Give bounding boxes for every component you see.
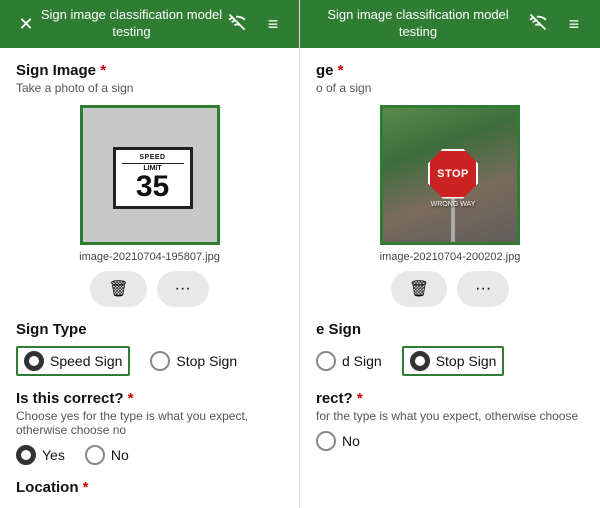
right-stop-sign-label: Stop Sign: [436, 353, 497, 369]
right-image-filename: image-20210704-200202.jpg: [380, 251, 521, 263]
correct-radio-group: Yes No: [16, 445, 283, 465]
right-more-icon: ···: [475, 280, 491, 298]
right-delete-icon: 🗑: [409, 279, 429, 299]
right-sign-type-radio-group: d Sign Stop Sign: [316, 346, 584, 376]
yes-radio[interactable]: [16, 445, 36, 465]
radio-dot-yes: [21, 450, 31, 460]
right-speed-sign-radio[interactable]: [316, 351, 336, 371]
left-header: ✕ Sign image classification model testin…: [0, 0, 299, 48]
right-sign-image-label: ge *: [316, 62, 584, 79]
sign-image-wrapper[interactable]: SPEED LIMIT 35: [80, 105, 220, 245]
right-wifi-off-icon: [524, 13, 552, 36]
wifi-off-icon: [223, 13, 251, 36]
right-header-right-icons: ≡: [524, 13, 588, 36]
no-radio[interactable]: [85, 445, 105, 465]
left-header-title: Sign image classification model testing: [40, 7, 223, 41]
speed-sign-label: Speed Sign: [50, 353, 122, 369]
right-sign-type-section: e Sign d Sign Stop Sign: [316, 321, 584, 376]
right-stop-sign-radio[interactable]: [410, 351, 430, 371]
is-correct-label: Is this correct? *: [16, 390, 283, 407]
stop-sign-radio[interactable]: [150, 351, 170, 371]
right-sign-type-label: e Sign: [316, 321, 584, 338]
right-sign-image-section: ge * o of a sign STOP: [316, 62, 584, 307]
image-filename: image-20210704-195807.jpg: [79, 251, 220, 263]
no-option[interactable]: No: [85, 445, 129, 465]
image-action-buttons: 🗑 ···: [16, 271, 283, 307]
right-no-radio[interactable]: [316, 431, 336, 451]
right-speed-sign-label: d Sign: [342, 353, 382, 369]
sign-type-label: Sign Type: [16, 321, 283, 338]
right-speed-sign-option[interactable]: d Sign: [316, 346, 382, 376]
location-section: Location *: [16, 479, 283, 496]
stop-sign-option-left[interactable]: Stop Sign: [150, 346, 237, 376]
sign-image-label: Sign Image *: [16, 62, 283, 79]
right-image-container: STOP WRONG WAY image-20210704-200202.jpg: [316, 105, 584, 263]
radio-dot-stop: [415, 356, 425, 366]
right-delete-image-button[interactable]: 🗑: [391, 271, 447, 307]
is-correct-section: Is this correct? * Choose yes for the ty…: [16, 390, 283, 465]
right-sign-image-wrapper[interactable]: STOP WRONG WAY: [380, 105, 520, 245]
right-stop-sign-option[interactable]: Stop Sign: [402, 346, 505, 376]
stop-text: STOP: [437, 168, 469, 180]
location-label: Location *: [16, 479, 283, 496]
radio-dot: [29, 356, 39, 366]
right-screen: Sign image classification model testing …: [300, 0, 600, 508]
stop-sign-image: STOP WRONG WAY: [383, 108, 520, 245]
speed-limit-sign: SPEED LIMIT 35: [113, 147, 193, 209]
right-content: ge * o of a sign STOP: [300, 48, 600, 508]
right-header: Sign image classification model testing …: [300, 0, 600, 48]
sign-image-sublabel: Take a photo of a sign: [16, 81, 283, 95]
right-correct-radio-group: No: [316, 431, 584, 451]
right-no-label: No: [342, 433, 360, 449]
right-sign-sublabel: o of a sign: [316, 81, 584, 95]
speed-sign-radio[interactable]: [24, 351, 44, 371]
image-container: SPEED LIMIT 35 image-20210704-195807.jpg: [16, 105, 283, 263]
right-header-title: Sign image classification model testing: [312, 7, 524, 41]
speed-sign-option[interactable]: Speed Sign: [16, 346, 130, 376]
delete-icon: 🗑: [108, 279, 128, 299]
left-screen: ✕ Sign image classification model testin…: [0, 0, 300, 508]
more-icon: ···: [175, 280, 191, 298]
stop-octagon: STOP: [428, 149, 478, 199]
right-no-option[interactable]: No: [316, 431, 360, 451]
delete-image-button[interactable]: 🗑: [90, 271, 146, 307]
right-image-action-buttons: 🗑 ···: [316, 271, 584, 307]
is-correct-desc: Choose yes for the type is what you expe…: [16, 409, 283, 437]
left-content: Sign Image * Take a photo of a sign SPEE…: [0, 48, 299, 508]
sign-type-radio-group: Speed Sign Stop Sign: [16, 346, 283, 376]
menu-icon[interactable]: ≡: [259, 14, 287, 35]
right-menu-icon[interactable]: ≡: [560, 14, 588, 35]
no-label: No: [111, 447, 129, 463]
more-options-button[interactable]: ···: [157, 271, 209, 307]
close-icon[interactable]: ✕: [12, 14, 40, 35]
right-is-correct-section: rect? * for the type is what you expect,…: [316, 390, 584, 451]
right-is-correct-desc: for the type is what you expect, otherwi…: [316, 409, 584, 423]
stop-sign-label: Stop Sign: [176, 353, 237, 369]
sign-image-section: Sign Image * Take a photo of a sign SPEE…: [16, 62, 283, 307]
yes-label: Yes: [42, 447, 65, 463]
yes-option[interactable]: Yes: [16, 445, 65, 465]
header-right-icons: ≡: [223, 13, 287, 36]
right-more-options-button[interactable]: ···: [457, 271, 509, 307]
right-is-correct-label: rect? *: [316, 390, 584, 407]
speed-limit-image: SPEED LIMIT 35: [83, 108, 220, 245]
sign-type-section: Sign Type Speed Sign Stop Sign: [16, 321, 283, 376]
sign-subtext: WRONG WAY: [428, 201, 478, 208]
